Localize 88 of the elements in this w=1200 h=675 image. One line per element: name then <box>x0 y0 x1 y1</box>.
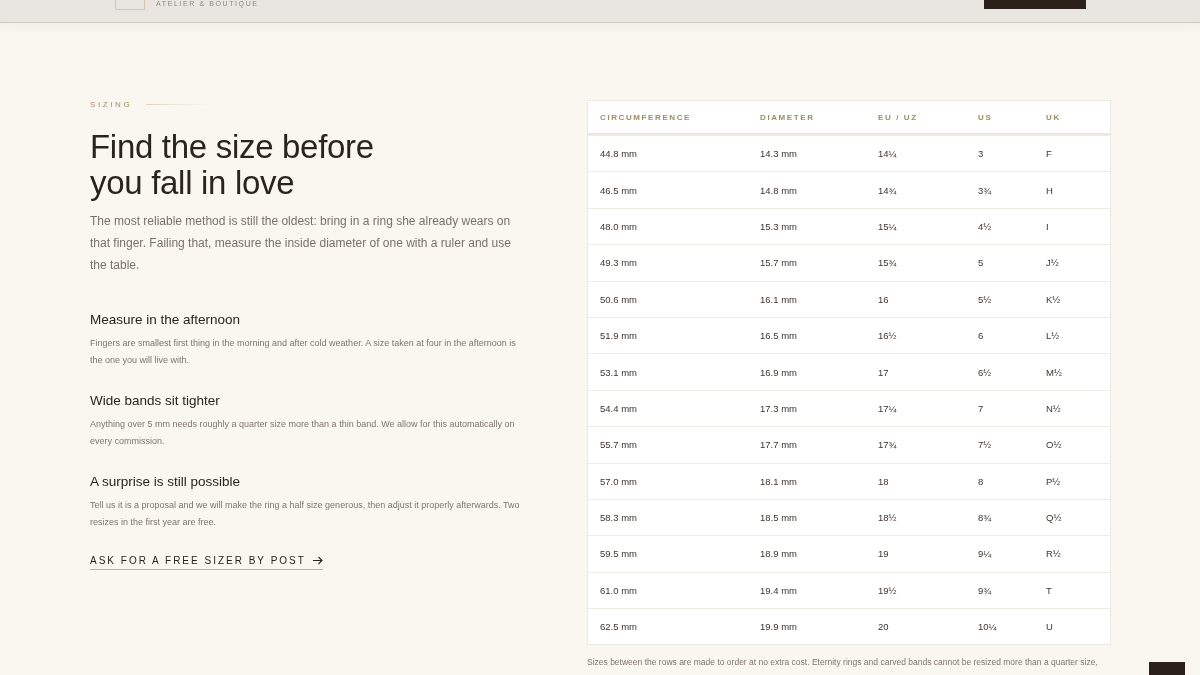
tip-text: Anything over 5 mm needs roughly a quarter size more than a thin band. We allow for this automatically on every commission. <box>90 418 516 448</box>
table-cell-text: 17.3 mm <box>760 402 798 414</box>
table-cell-text: K½ <box>1046 293 1062 305</box>
table-footnote: Sizes between the rows are made to order at no extra cost. Eternity rings and carved bands cannot be resized more than a quarter size, <box>587 657 1099 668</box>
table-cell-text: 55.7 mm <box>599 439 638 451</box>
table-cell-text: 6 <box>978 330 985 342</box>
column-header: EU / UZ <box>878 112 919 122</box>
table-cell-text: 16.1 mm <box>760 293 798 305</box>
tip-heading: Wide bands sit tighter <box>90 393 221 408</box>
table-cell-text: 15¾ <box>878 257 898 269</box>
table-cell-text: 44.8 mm <box>599 148 638 160</box>
table-cell-text: 18.9 mm <box>760 548 798 560</box>
table-cell-text: 3¾ <box>978 184 993 196</box>
table-cell-text: 16 <box>878 293 890 305</box>
table-cell-text: 50.6 mm <box>599 293 638 305</box>
table-cell-text: 15¼ <box>878 220 898 232</box>
table-cell-text: 17 <box>878 366 890 378</box>
table-cell-text: 14¼ <box>878 148 898 160</box>
arrow-right-icon <box>312 556 323 565</box>
tip-heading: A surprise is still possible <box>90 474 242 489</box>
table-cell-text: 6½ <box>978 366 993 378</box>
table-cell-text: 51.9 mm <box>599 330 638 342</box>
table-cell-text: N½ <box>1046 402 1062 414</box>
table-cell-text: 7 <box>978 402 985 414</box>
table-cell-text: 15.3 mm <box>760 220 798 232</box>
table-cell-text: 16.9 mm <box>760 366 798 378</box>
table-cell-text: 16.5 mm <box>760 330 798 342</box>
table-cell-text: 54.4 mm <box>599 402 638 414</box>
table-cell-text: H <box>1046 184 1054 196</box>
table-cell-text: 9¼ <box>978 548 993 560</box>
sizer-link[interactable]: ASK FOR A FREE SIZER BY POST <box>90 555 323 570</box>
table-cell-text: 9¾ <box>978 584 993 596</box>
table-cell-text: 53.1 mm <box>599 366 638 378</box>
table-cell-text: 57.0 mm <box>599 475 638 487</box>
tip-text: Tell us it is a proposal and we will make the ring a half size generous, then adjust it properly afterwards. Two resizes in the first year are free. <box>90 499 520 529</box>
column-header: DIAMETER <box>760 112 816 122</box>
table-cell-text: 61.0 mm <box>599 584 638 596</box>
table-cell-text: 18½ <box>878 512 898 524</box>
table-cell-text: 62.5 mm <box>599 621 638 633</box>
tip-heading: Measure in the afternoon <box>90 312 242 327</box>
table-cell-text: 15.7 mm <box>760 257 798 269</box>
section-title: Find the size before you fall in love <box>90 129 375 201</box>
table-cell-text: 14.3 mm <box>760 148 798 160</box>
intro-paragraph: The most reliable method is still the oldest: bring in a ring she already wears on that finger. Failing that, measure the inside diameter of one with a ruler and use the table. <box>90 213 512 274</box>
table-cell-text: 3 <box>978 148 985 160</box>
table-cell-text: 58.3 mm <box>599 512 638 524</box>
table-cell-text: F <box>1046 148 1053 160</box>
table-cell-text: 19½ <box>878 584 898 596</box>
table-cell-text: 10¼ <box>978 621 998 633</box>
table-cell-text: 16½ <box>878 330 898 342</box>
table-cell-text: 18.1 mm <box>760 475 798 487</box>
table-cell-text: O½ <box>1046 439 1063 451</box>
table-cell-text: 19.9 mm <box>760 621 798 633</box>
table-cell-text: 49.3 mm <box>599 257 638 269</box>
table-cell-text: M½ <box>1046 366 1063 378</box>
table-cell-text: 17¾ <box>878 439 898 451</box>
table-cell-text: 46.5 mm <box>599 184 638 196</box>
table-cell-text: Q½ <box>1046 512 1063 524</box>
table-cell-text: 5 <box>978 257 985 269</box>
table-cell-text: R½ <box>1046 548 1062 560</box>
table-cell-text: 7½ <box>978 439 993 451</box>
table-cell-text: L½ <box>1046 330 1061 342</box>
table-cell-text: 19.4 mm <box>760 584 798 596</box>
table-cell-text: T <box>1046 584 1053 596</box>
section-eyebrow: SIZING <box>90 100 133 109</box>
table-cell-text: 14.8 mm <box>760 184 798 196</box>
table-cell-text: P½ <box>1046 475 1062 487</box>
table-cell-text: 17¼ <box>878 402 898 414</box>
column-header: CIRCUMFERENCE <box>599 112 693 122</box>
table-cell-text: 8¾ <box>978 512 993 524</box>
table-cell-text: 18.5 mm <box>760 512 798 524</box>
table-cell-text: 59.5 mm <box>599 548 638 560</box>
table-cell-text: 5½ <box>978 293 993 305</box>
table-cell-text: 19 <box>878 548 890 560</box>
table-cell-text: 14¾ <box>878 184 898 196</box>
header-button[interactable] <box>984 0 1086 9</box>
table-cell-text: 17.7 mm <box>760 439 798 451</box>
table-cell-text: 20 <box>878 621 890 633</box>
column-header: US <box>978 112 994 122</box>
table-cell-text: 4½ <box>978 220 993 232</box>
table-cell-text: 8 <box>978 475 985 487</box>
table-cell-text: I <box>1046 220 1050 232</box>
table-cell-text: 18 <box>878 475 890 487</box>
table-cell-text: 48.0 mm <box>599 220 638 232</box>
table-cell-text: J½ <box>1046 257 1060 269</box>
column-header: UK <box>1046 112 1062 122</box>
tip-text: Fingers are smallest first thing in the morning and after cold weather. A size taken at four in the afternoon is the one you will live with. <box>90 337 517 367</box>
table-cell-text: U <box>1046 621 1054 633</box>
